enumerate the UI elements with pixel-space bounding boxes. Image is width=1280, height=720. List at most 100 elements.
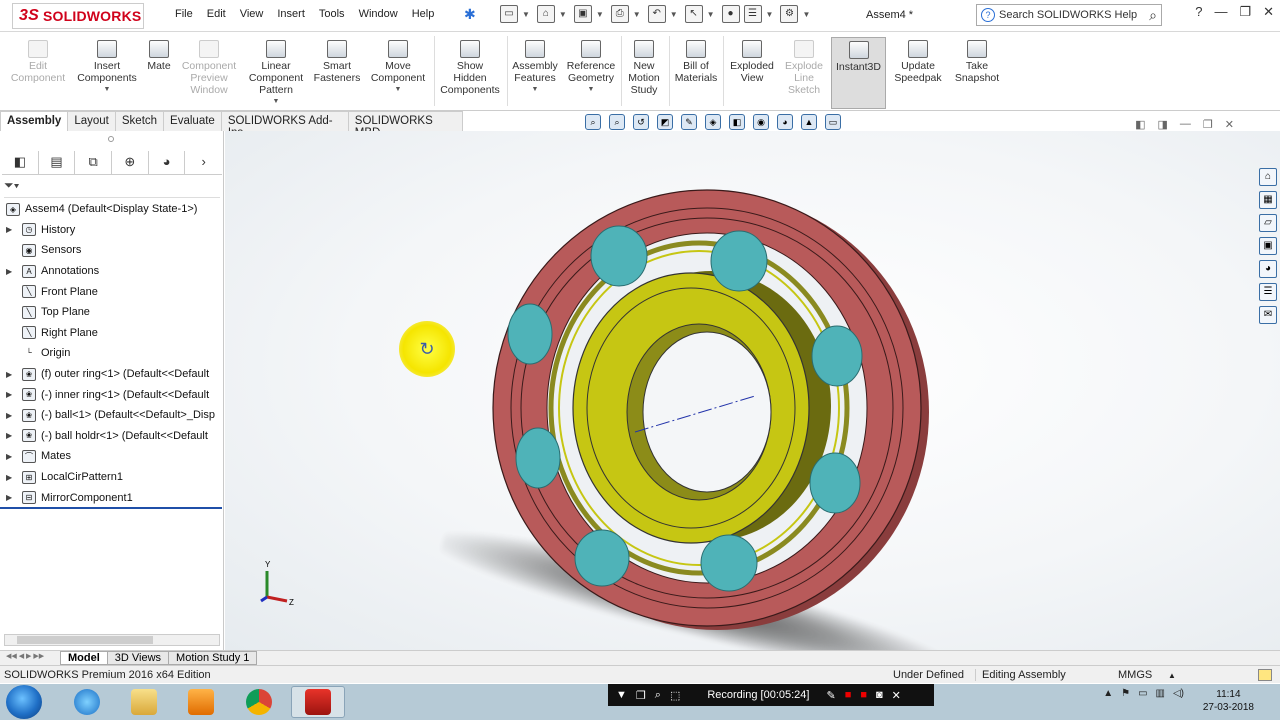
custom-properties-icon[interactable]: ☰: [1259, 283, 1277, 301]
internet-explorer-taskbar-button[interactable]: [60, 686, 114, 718]
explode-line-sketch-button[interactable]: Explode Line Sketch: [780, 37, 828, 96]
appearances-scenes-icon[interactable]: ◕: [1259, 260, 1277, 278]
tree-item-annotations[interactable]: ▶ A Annotations: [0, 261, 224, 282]
scrollbar-thumb[interactable]: [17, 636, 153, 644]
take-snapshot-button[interactable]: Take Snapshot: [950, 37, 1004, 84]
tray-device-icon[interactable]: ▭: [1138, 688, 1147, 699]
viewport-tile-right-icon[interactable]: ◨: [1158, 118, 1168, 131]
menu-tools[interactable]: Tools: [312, 8, 352, 20]
tree-item-mirror-component[interactable]: ▶ ⊟ MirrorComponent1: [0, 487, 224, 508]
viewport-restore-icon[interactable]: ❐: [1203, 118, 1213, 131]
recorder-stop-icon[interactable]: ■: [845, 689, 852, 701]
file-explorer-icon[interactable]: ▱: [1259, 214, 1277, 232]
menu-insert[interactable]: Insert: [270, 8, 312, 20]
view-palette-icon[interactable]: ▣: [1259, 237, 1277, 255]
ball[interactable]: [515, 427, 561, 489]
tab-motion-study-1[interactable]: Motion Study 1: [168, 651, 258, 665]
assembly-features-button[interactable]: Assembly Features ▼: [510, 37, 560, 96]
show-hidden-components-button[interactable]: Show Hidden Components: [436, 37, 504, 96]
exploded-view-button[interactable]: Exploded View: [726, 37, 778, 84]
options-gear-icon[interactable]: ⚙: [780, 5, 799, 23]
panel-collapse-handle[interactable]: [108, 136, 114, 142]
viewport-tile-left-icon[interactable]: ◧: [1135, 118, 1145, 131]
component-preview-window-button[interactable]: Component Preview Window: [178, 37, 240, 96]
tree-item-local-cir-pattern[interactable]: ▶ ⊞ LocalCirPattern1: [0, 467, 224, 488]
property-manager-tab-icon[interactable]: ▤: [39, 151, 76, 175]
tab-layout[interactable]: Layout: [67, 111, 116, 131]
solidworks-resources-icon[interactable]: ⌂: [1259, 168, 1277, 186]
search-icon[interactable]: ⌕: [1149, 7, 1157, 24]
ball[interactable]: [507, 303, 553, 365]
recorder-pause-icon[interactable]: ■: [860, 689, 867, 701]
move-component-button[interactable]: Move Component ▼: [366, 37, 430, 96]
smart-fasteners-button[interactable]: Smart Fasteners: [310, 37, 364, 84]
tree-item-inner-ring[interactable]: ▶ ❀ (-) inner ring<1> (Default<<Default: [0, 384, 224, 405]
tree-item-history[interactable]: ▶ ◷ History: [0, 220, 224, 241]
print-icon[interactable]: ⎙: [610, 5, 629, 23]
section-view-icon[interactable]: ◩: [657, 114, 673, 130]
tree-item-sensors[interactable]: ◉ Sensors: [0, 240, 224, 261]
tree-item-right-plane[interactable]: ╲ Right Plane: [0, 323, 224, 344]
tree-item-origin[interactable]: └ Origin: [0, 343, 224, 364]
select-cursor-icon[interactable]: ↖: [684, 5, 703, 23]
ball[interactable]: [700, 534, 758, 592]
tree-item-ball[interactable]: ▶ ❀ (-) ball<1> (Default<<Default>_Disp: [0, 405, 224, 426]
file-explorer-taskbar-button[interactable]: [117, 686, 171, 718]
recorder-window-icon[interactable]: ❐: [636, 689, 646, 702]
start-button[interactable]: [6, 685, 42, 719]
menu-edit[interactable]: Edit: [200, 8, 233, 20]
help-search-box[interactable]: ? Search SOLIDWORKS Help ⌕: [976, 4, 1162, 26]
display-manager-tab-icon[interactable]: ◕: [149, 151, 186, 175]
viewport-minimize-icon[interactable]: —: [1180, 118, 1191, 131]
hide-show-items-icon[interactable]: ◉: [753, 114, 769, 130]
tab-model[interactable]: Model: [60, 651, 108, 665]
apply-scene-icon[interactable]: ▲: [801, 114, 817, 130]
dynamic-annotation-icon[interactable]: ✎: [681, 114, 697, 130]
tree-item-front-plane[interactable]: ╲ Front Plane: [0, 281, 224, 302]
new-document-icon[interactable]: ▭: [500, 5, 518, 23]
menu-view[interactable]: View: [233, 8, 271, 20]
view-orientation-icon[interactable]: ◈: [705, 114, 721, 130]
configuration-manager-tab-icon[interactable]: ⧉: [75, 151, 113, 175]
tab-sketch[interactable]: Sketch: [114, 111, 165, 131]
reference-geometry-button[interactable]: Reference Geometry ▼: [563, 37, 619, 96]
status-units[interactable]: MMGS: [1118, 669, 1152, 681]
tree-item-outer-ring[interactable]: ▶ ❀ (f) outer ring<1> (Default<<Default: [0, 364, 224, 385]
view-settings-icon[interactable]: ▭: [825, 114, 841, 130]
recorder-zoom-icon[interactable]: ⌕: [655, 689, 661, 702]
save-icon[interactable]: ▣: [573, 5, 592, 23]
pin-icon[interactable]: ✱: [464, 6, 476, 23]
undo-icon[interactable]: ↶: [647, 5, 666, 23]
open-folder-icon[interactable]: ⌂: [536, 5, 555, 23]
update-speedpak-button[interactable]: Update Speedpak: [890, 37, 946, 84]
chrome-taskbar-button[interactable]: [232, 686, 286, 718]
edit-appearance-icon[interactable]: ◕: [777, 114, 793, 130]
panel-horizontal-scrollbar[interactable]: [4, 634, 220, 646]
zoom-to-area-icon[interactable]: ⌕: [609, 114, 625, 130]
new-motion-study-button[interactable]: New Motion Study: [622, 37, 666, 96]
recorder-menu-icon[interactable]: ▼: [616, 689, 627, 701]
recorder-region-icon[interactable]: ⬚: [670, 689, 680, 702]
previous-view-icon[interactable]: ↺: [633, 114, 649, 130]
tray-flag-icon[interactable]: ⚑: [1121, 688, 1130, 699]
linear-component-pattern-button[interactable]: Linear Component Pattern ▼: [244, 37, 308, 108]
tree-item-top-plane[interactable]: ╲ Top Plane: [0, 302, 224, 323]
tree-item-mates[interactable]: ▶ ⌒ Mates: [0, 446, 224, 467]
file-properties-icon[interactable]: ☰: [743, 5, 762, 23]
tab-mbd[interactable]: SOLIDWORKS MBD: [347, 111, 463, 139]
close-icon[interactable]: ✕: [1263, 4, 1274, 20]
ball[interactable]: [811, 325, 863, 387]
bill-of-materials-button[interactable]: Bill of Materials: [672, 37, 720, 84]
help-menu-icon[interactable]: ?: [1195, 4, 1202, 20]
bearing-model[interactable]: [485, 186, 945, 636]
viewport-close-icon[interactable]: ✕: [1225, 118, 1234, 131]
zoom-to-fit-icon[interactable]: ⌕: [585, 114, 601, 130]
filter-icon[interactable]: ⏷▾: [4, 178, 220, 198]
feature-manager-tab-icon[interactable]: ◧: [2, 151, 39, 175]
rebuild-status-icon[interactable]: [1258, 669, 1272, 681]
tab-evaluate[interactable]: Evaluate: [163, 111, 222, 131]
rebuild-icon[interactable]: ●: [721, 5, 740, 23]
design-library-icon[interactable]: ▦: [1259, 191, 1277, 209]
dimxpert-tab-icon[interactable]: ⊕: [112, 151, 149, 175]
rollback-bar[interactable]: [0, 507, 222, 509]
